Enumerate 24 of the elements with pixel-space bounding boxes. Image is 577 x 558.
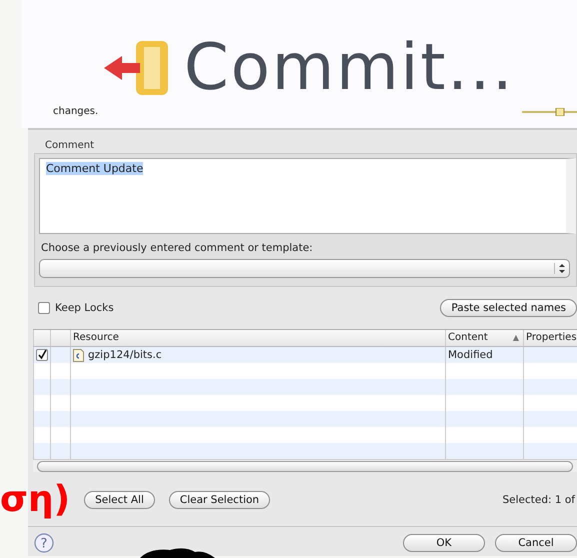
- horizontal-scrollbar[interactable]: [33, 459, 577, 472]
- select-all-button[interactable]: Select All: [84, 491, 155, 509]
- table-cell: Modified: [445, 347, 523, 363]
- clear-selection-button[interactable]: Clear Selection: [168, 491, 270, 509]
- comment-group-label: Comment: [45, 140, 95, 151]
- column-header[interactable]: Resource: [70, 330, 445, 346]
- template-dropdown[interactable]: [39, 259, 570, 278]
- table-cell-text: gzip124/bits.c: [88, 348, 162, 363]
- c-file-icon: [73, 348, 84, 362]
- column-header[interactable]: Properties: [523, 330, 577, 346]
- keep-locks-checkbox[interactable]: Keep Locks: [38, 302, 114, 314]
- selected-count: Selected: 1 of: [502, 494, 576, 506]
- banner-title: Commit...: [184, 36, 514, 100]
- cancel-button[interactable]: Cancel: [495, 534, 577, 552]
- slider-knob-icon: [522, 108, 577, 116]
- ok-button[interactable]: OK: [403, 534, 485, 552]
- paste-names-button[interactable]: Paste selected names: [440, 299, 577, 317]
- help-icon[interactable]: ?: [34, 533, 54, 553]
- overlay-text: ση): [0, 482, 70, 518]
- column-header[interactable]: Content ▲: [445, 330, 523, 346]
- row-checkbox[interactable]: [36, 349, 48, 361]
- comment-field[interactable]: Comment Update: [39, 158, 576, 234]
- template-label: Choose a previously entered comment or template:: [41, 242, 314, 254]
- description-text: changes.: [53, 106, 98, 117]
